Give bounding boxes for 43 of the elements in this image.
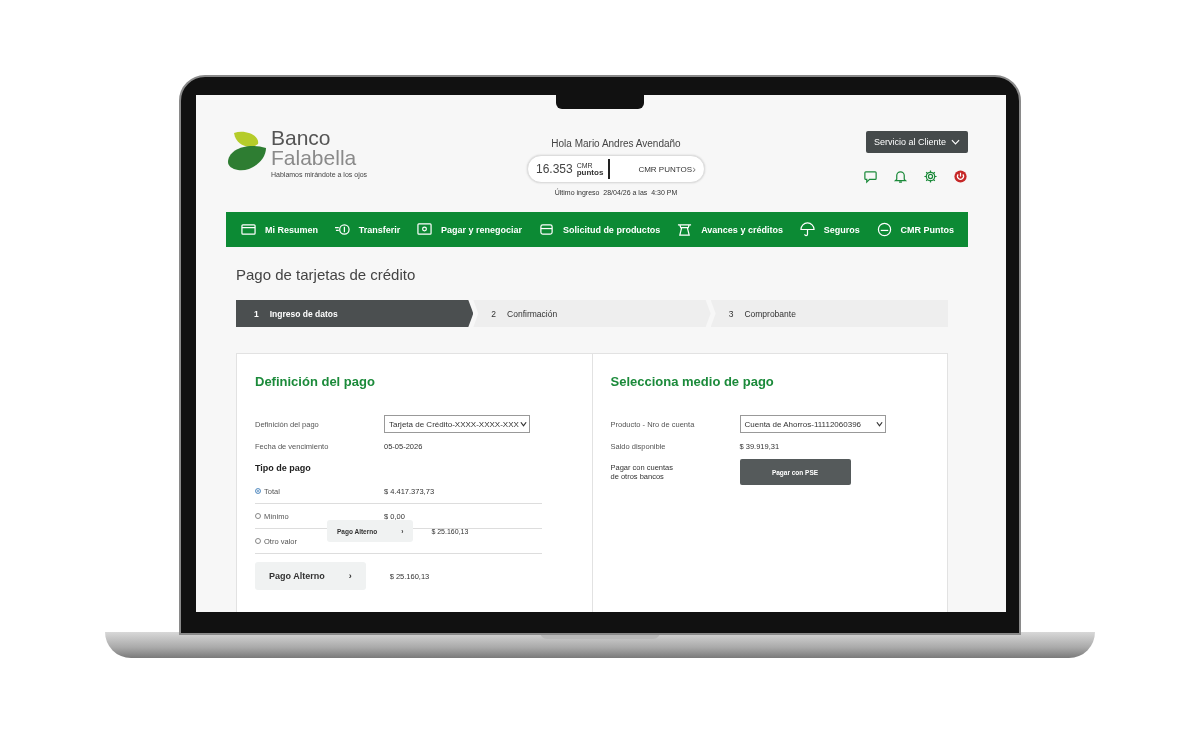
chevron-down-icon <box>951 139 960 145</box>
step-label: Ingreso de datos <box>269 308 338 319</box>
nav-item[interactable]: Solicitud de productos <box>537 222 661 237</box>
logo-text: Banco <box>271 128 332 148</box>
nav-item[interactable]: Seguros <box>798 222 860 237</box>
caret-icon <box>520 421 527 427</box>
chevron-icon: › <box>692 163 696 175</box>
card-icon <box>239 222 257 237</box>
nav-item[interactable]: Avances y créditos <box>676 222 783 237</box>
dropdown-field[interactable]: Tarjeta de Crédito-XXXX-XXXX-XXX <box>384 415 530 433</box>
points-label: CMR PUNTOS <box>638 164 692 174</box>
nav-item[interactable]: Pagar y renegociar <box>416 222 523 237</box>
step-tab[interactable]: 1 Ingreso de datos <box>236 300 474 327</box>
chat-icon[interactable] <box>863 169 878 184</box>
nav-item[interactable]: Transferir <box>333 222 401 237</box>
logo-text: Falabella <box>271 148 358 168</box>
caret-icon <box>875 421 883 427</box>
umbrella-icon <box>798 222 816 237</box>
nav-item[interactable]: Mi Resumen <box>239 222 318 237</box>
section-subtitle: Tipo de pago <box>255 463 312 473</box>
wallet-icon <box>537 222 555 237</box>
page-title: Pago de tarjetas de crédito <box>236 266 417 283</box>
step-label: Confirmación <box>507 308 558 319</box>
settings-icon[interactable] <box>923 169 938 184</box>
section-title: Selecciona medio de pago <box>610 374 775 389</box>
radio-button[interactable] <box>255 488 261 494</box>
step-label: Comprobante <box>744 308 796 319</box>
nav-item[interactable]: CMR Puntos <box>875 222 954 237</box>
power-icon[interactable] <box>953 169 968 184</box>
customer-service-button[interactable]: Servicio al Cliente <box>865 131 968 153</box>
step-number: 2 <box>491 308 497 319</box>
points-value: 16.353 <box>536 162 573 176</box>
alternate-payment-button[interactable]: Pago Alterno › <box>255 562 366 590</box>
step-tab[interactable]: 3 Comprobante <box>710 300 948 327</box>
points-unit: puntos <box>576 168 604 177</box>
greeting-text: Hola Mario Andres Avendaño <box>551 138 681 149</box>
section-title: Definición del pago <box>255 374 376 389</box>
dropdown-field[interactable]: Cuenta de Ahorros-11112060396 <box>739 415 886 433</box>
bell-icon[interactable] <box>893 169 908 184</box>
bill-icon <box>416 222 434 237</box>
step-number: 1 <box>254 308 259 319</box>
step-number: 3 <box>728 308 734 319</box>
step-tab[interactable]: 2 Confirmación <box>473 300 711 327</box>
